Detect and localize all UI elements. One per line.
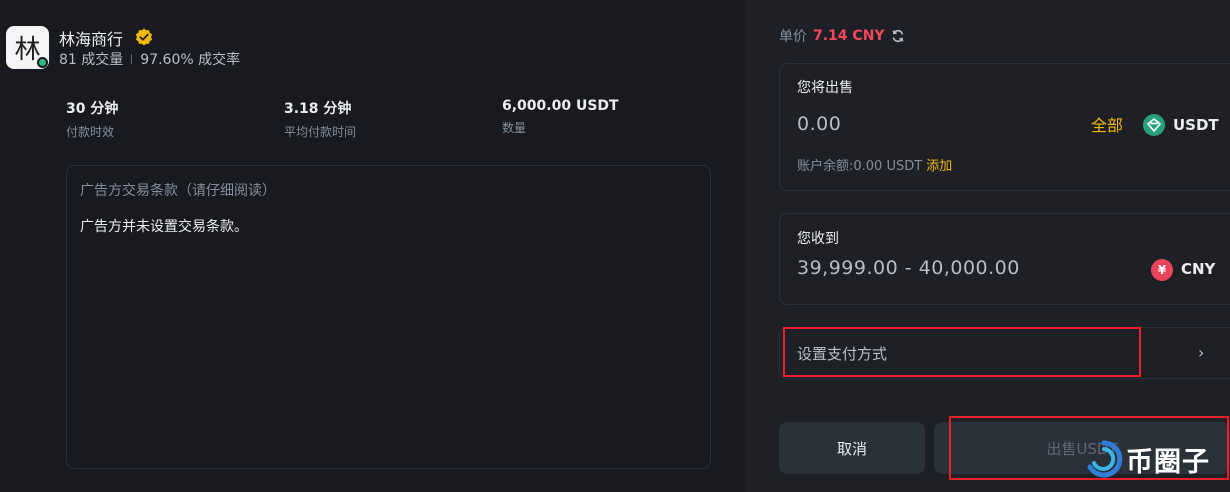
usdt-diamond-icon [1146, 117, 1162, 133]
unit-price-row: 单价 7.14 CNY [779, 26, 905, 46]
merchant-panel: 林 林海商行 81 成交量 97.60% 成交率 30 分钟 付款时效 3.18… [0, 0, 745, 492]
balance-text: 账户余额:0.00 USDT [797, 159, 923, 174]
stat-quantity: 6,000.00 USDT 数量 [502, 98, 619, 136]
stat-payment-time-limit: 30 分钟 付款时效 [66, 98, 118, 140]
balance-row: 账户余额:0.00 USDT 添加 [797, 155, 952, 174]
merchant-stats: 81 成交量 97.60% 成交率 [59, 49, 240, 69]
stat-value: 30 分钟 [66, 101, 119, 117]
sell-amount-input[interactable]: 0.00 [797, 113, 841, 135]
watermark-text: 币圈子 [1126, 446, 1210, 478]
chevron-right-icon: › [1198, 343, 1205, 362]
usdt-icon [1143, 114, 1165, 136]
cancel-button[interactable]: 取消 [779, 422, 925, 474]
refresh-icon[interactable] [891, 29, 905, 43]
stat-label: 平均付款时间 [284, 125, 357, 139]
trade-terms-box: 广告方交易条款（请仔细阅读） 广告方并未设置交易条款。 [66, 165, 711, 469]
orders-count: 81 成交量 [59, 52, 124, 68]
receive-label: 您收到 [797, 231, 839, 247]
add-funds-link[interactable]: 添加 [926, 159, 952, 174]
divider [131, 54, 133, 64]
receive-coin-label: CNY [1181, 260, 1216, 278]
order-panel: 单价 7.14 CNY 您将出售 0.00 全部 USDT 账户余额:0.00 … [745, 0, 1230, 492]
price-label: 单价 [779, 29, 807, 45]
merchant-name[interactable]: 林海商行 [59, 26, 123, 50]
stat-value: 3.18 分钟 [284, 101, 352, 117]
sell-amount-card: 您将出售 0.00 全部 USDT 账户余额:0.00 USDT 添加 [779, 63, 1230, 191]
watermark-logo-icon [1087, 440, 1123, 478]
sell-coin-label: USDT [1173, 116, 1219, 134]
online-status-dot [37, 57, 48, 68]
stat-label: 付款时效 [66, 125, 115, 139]
completion-rate: 97.60% 成交率 [140, 52, 241, 68]
watermark: 币圈子 [1084, 439, 1210, 479]
receive-amount: 39,999.00 - 40,000.00 [797, 257, 1020, 279]
sell-label: 您将出售 [797, 80, 853, 96]
stat-label: 数量 [502, 121, 527, 135]
terms-content: 广告方并未设置交易条款。 [80, 219, 248, 235]
verified-badge-icon [135, 28, 153, 46]
price-value: 7.14 CNY [813, 28, 885, 44]
stat-value: 6,000.00 USDT [502, 98, 619, 114]
annotation-highlight-box [783, 327, 1141, 377]
cny-icon: ¥ [1151, 259, 1173, 281]
sell-all-button[interactable]: 全部 [1091, 112, 1123, 136]
receive-amount-card: 您收到 39,999.00 - 40,000.00 ¥ CNY [779, 213, 1230, 305]
stat-avg-payment-time: 3.18 分钟 平均付款时间 [284, 98, 356, 140]
terms-title: 广告方交易条款（请仔细阅读） [80, 183, 276, 199]
